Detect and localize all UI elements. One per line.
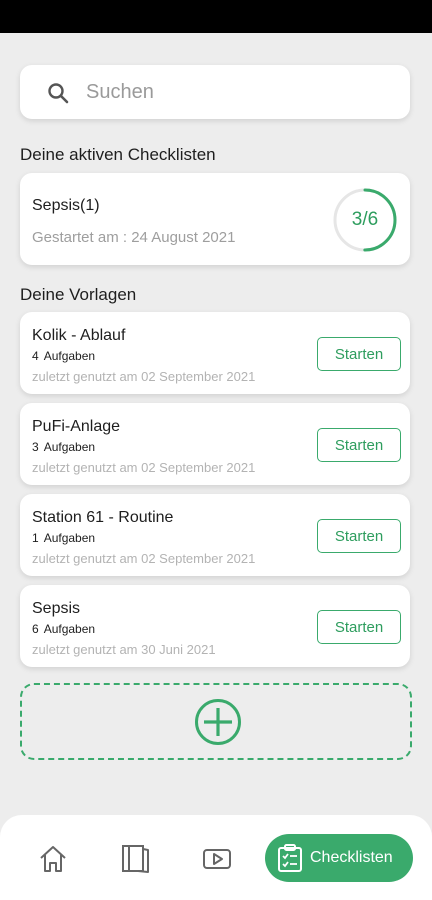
template-last-used: zuletzt genutzt am 02 September 2021 [32,369,256,384]
progress-label: 3/6 [351,209,379,230]
template-task-count: 1 Aufgaben [32,531,96,545]
nav-checklisten-label: Checklisten [310,849,393,866]
home-icon [40,846,66,872]
nav-checklisten[interactable]: Checklisten [265,834,413,882]
template-card[interactable]: Sepsis 6 Aufgaben zuletzt genutzt am 30 J… [20,585,410,667]
templates-heading: Deine Vorlagen [20,285,137,304]
template-card[interactable]: Kolik - Ablauf 4 Aufgaben zuletzt genutzt… [20,312,410,394]
status-bar [0,0,432,33]
template-card[interactable]: Station 61 - Routine 1 Aufgaben zuletzt g… [20,494,410,576]
plus-circle-icon [195,699,241,745]
start-button[interactable]: Starten [317,610,401,644]
template-task-count: 3 Aufgaben [32,440,96,454]
clipboard-checklist-icon [278,844,302,872]
active-checklists-heading: Deine aktiven Checklisten [20,145,216,164]
nav-videos[interactable] [199,841,235,877]
nav-library[interactable] [117,841,153,877]
search-bar[interactable] [20,65,410,119]
bottom-navigation: Checklisten [0,815,432,900]
start-button[interactable]: Starten [317,337,401,371]
search-icon[interactable] [46,81,70,105]
template-name: Kolik - Ablauf [32,327,126,344]
template-last-used: zuletzt genutzt am 30 Juni 2021 [32,642,216,657]
add-template-button[interactable] [20,683,412,760]
template-last-used: zuletzt genutzt am 02 September 2021 [32,551,256,566]
template-task-count: 6 Aufgaben [32,622,96,636]
template-name: PuFi-Anlage [32,418,121,435]
active-checklist-card[interactable]: Sepsis(1) Gestartet am : 24 August 2021 … [20,173,410,265]
template-last-used: zuletzt genutzt am 02 September 2021 [32,460,256,475]
start-button[interactable]: Starten [317,428,401,462]
template-name: Station 61 - Routine [32,509,174,526]
template-task-count: 4 Aufgaben [32,349,96,363]
start-button[interactable]: Starten [317,519,401,553]
search-input[interactable] [86,65,386,119]
active-checklist-name: Sepsis(1) [32,197,100,214]
nav-home[interactable] [35,841,71,877]
template-name: Sepsis [32,600,81,617]
book-icon [122,845,149,873]
active-checklist-start-date: Gestartet am : 24 August 2021 [32,229,236,246]
template-card[interactable]: PuFi-Anlage 3 Aufgaben zuletzt genutzt am… [20,403,410,485]
video-icon [203,849,231,869]
